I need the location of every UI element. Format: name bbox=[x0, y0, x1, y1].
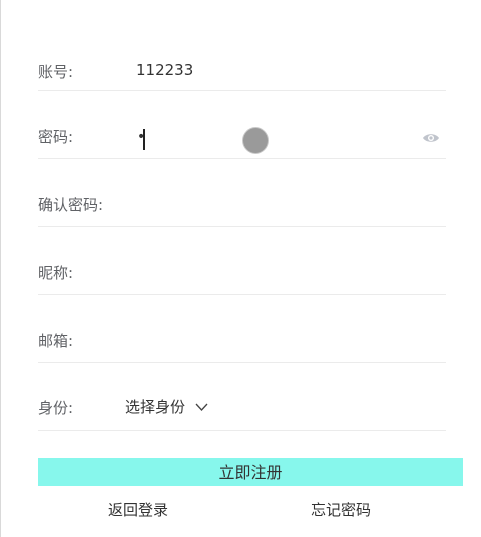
register-form: 账号: 112233 密码: • 确认密码: 昵称: 邮箱: 身份: 选择身份 bbox=[38, 0, 446, 431]
role-select-value: 选择身份 bbox=[125, 398, 186, 416]
register-submit-button[interactable]: 立即注册 bbox=[38, 458, 463, 486]
role-label: 身份: bbox=[38, 399, 74, 417]
eye-icon[interactable] bbox=[422, 132, 440, 144]
text-caret bbox=[143, 129, 145, 150]
role-select[interactable]: 选择身份 bbox=[125, 396, 208, 417]
account-input[interactable]: 112233 bbox=[136, 61, 193, 79]
password-row[interactable]: 密码: • bbox=[38, 91, 446, 159]
register-page: 账号: 112233 密码: • 确认密码: 昵称: 邮箱: 身份: 选择身份 … bbox=[0, 0, 481, 537]
account-row[interactable]: 账号: 112233 bbox=[38, 0, 446, 91]
touch-pointer-indicator bbox=[242, 127, 269, 154]
confirm-password-row[interactable]: 确认密码: bbox=[38, 159, 446, 227]
role-row: 身份: 选择身份 bbox=[38, 363, 446, 431]
password-label: 密码: bbox=[38, 128, 74, 146]
account-label: 账号: bbox=[38, 63, 74, 81]
chevron-down-icon bbox=[195, 403, 208, 411]
nickname-row[interactable]: 昵称: bbox=[38, 227, 446, 295]
email-row[interactable]: 邮箱: bbox=[38, 295, 446, 363]
forgot-password-link[interactable]: 忘记密码 bbox=[311, 499, 371, 520]
email-label: 邮箱: bbox=[38, 332, 74, 350]
nickname-label: 昵称: bbox=[38, 264, 74, 282]
confirm-password-label: 确认密码: bbox=[38, 196, 104, 214]
back-to-login-link[interactable]: 返回登录 bbox=[108, 499, 168, 520]
